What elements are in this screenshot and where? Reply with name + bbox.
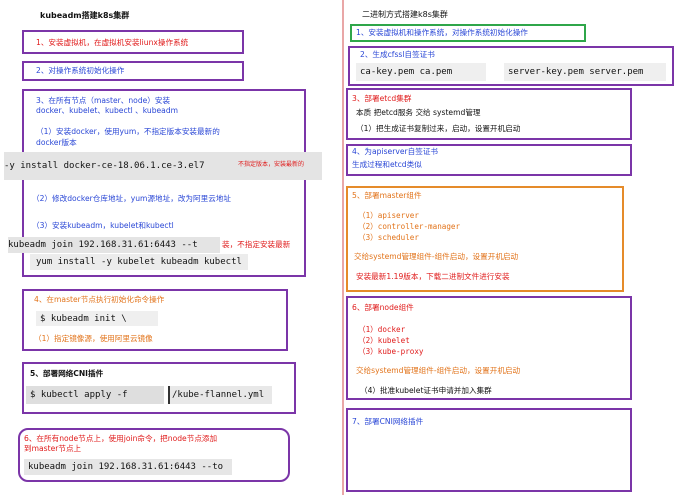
left-step4-code: $ kubeadm init \ [36, 311, 158, 326]
left-step6-code: kubeadm join 192.168.31.61:6443 --to [24, 459, 232, 475]
left-step5-code-b: /kube-flannel.yml [168, 386, 272, 404]
left-step3-sub3: （3）安装kubeadm，kubelet和kubectl [32, 221, 174, 230]
right-step4-line: 生成过程和etcd类似 [352, 160, 422, 169]
left-step4-note: （1）指定镜像源，使用阿里云镜像 [34, 334, 153, 343]
left-step3-sub1a: （1）安装docker，使用yum，不指定版本安装最新的 [36, 127, 220, 136]
kubeadm-join-command: kubeadm join 192.168.31.61:6443 --t [8, 240, 198, 250]
right-step5-line1: 交给systemd管理组件-组件启动，设置开机启动 [354, 252, 519, 261]
right-step6-line1: 交给systemd管理组件-组件启动，设置开机启动 [356, 366, 521, 375]
left-step3-code2-note: 装，不指定安装最新 [222, 240, 291, 249]
right-step5-heading: 5、部署master组件 [352, 191, 422, 200]
node-join-command: kubeadm join 192.168.31.61:6443 --to [28, 462, 224, 472]
left-step6-heading2: 到master节点上 [24, 444, 82, 453]
server-cert-files: server-key.pem server.pem [508, 67, 644, 77]
right-step2-cert-a: ca-key.pem ca.pem [356, 63, 486, 81]
right-step7-text: 7、部署CNI网络插件 [352, 417, 424, 426]
flannel-yml-path: /kube-flannel.yml [172, 390, 265, 400]
kubectl-apply-command: $ kubectl apply -f [30, 390, 128, 400]
right-step4-heading: 4、为apiserver自签证书 [352, 147, 439, 156]
right-step1-text: 1、安装虚拟机和操作系统，对操作系统初始化操作 [356, 28, 528, 37]
right-step6-item-2: （2）kubelet [358, 336, 410, 345]
right-step6-item-1: （1）docker [358, 325, 406, 334]
right-step3-line2: （1）把生成证书复制过来，启动，设置开机启动 [356, 124, 521, 133]
right-step2-cert-b: server-key.pem server.pem [504, 63, 666, 81]
left-step6-heading1: 6、在所有node节点上，使用join命令，把node节点添加 [24, 434, 218, 443]
left-step3-heading2: docker、kubelet、kubectl 、kubeadm [36, 106, 179, 115]
right-step2-heading: 2、生成cfssl自签证书 [360, 50, 435, 59]
right-step6-item-3: （3）kube-proxy [358, 347, 424, 356]
left-step3-code1-note: 不指定版本，安装最新的 [238, 161, 305, 168]
right-step5-line2: 安装最新1.19版本，下载二进制文件进行安装 [356, 272, 510, 281]
right-step5-item-1: （1）apiserver [358, 211, 419, 220]
right-step5-item-3: （3）scheduler [358, 233, 419, 242]
left-step5-heading: 5、部署网络CNI插件 [30, 369, 104, 378]
docker-install-command: -y install docker-ce-18.06.1.ce-3.el7 [4, 161, 205, 171]
right-title: 二进制方式搭建k8s集群 [362, 10, 448, 19]
left-step3-sub1b: docker版本 [36, 138, 77, 147]
kubeadm-init-command: $ kubeadm init \ [40, 314, 127, 324]
left-step2-text: 2、对操作系统初始化操作 [36, 66, 125, 75]
right-step3-heading: 3、部署etcd集群 [352, 94, 412, 103]
column-divider [342, 0, 344, 495]
left-step3-code2: kubeadm join 192.168.31.61:6443 --t [8, 237, 220, 253]
left-step4-heading: 4、在master节点执行初始化命令操作 [34, 295, 165, 304]
left-title: kubeadm搭建k8s集群 [40, 11, 130, 20]
yum-install-command: yum install -y kubelet kubeadm kubectl [36, 257, 242, 267]
right-step6-line2: （4）批准kubelet证书申请并加入集群 [360, 386, 492, 395]
right-step6-heading: 6、部署node组件 [352, 303, 414, 312]
right-step5-item-2: （2）controller-manager [358, 222, 461, 231]
left-step3-sub2: （2）修改docker仓库地址，yum源地址，改为阿里云地址 [32, 194, 231, 203]
right-step3-line1: 本质 把etcd服务 交给 systemd管理 [356, 108, 481, 117]
ca-cert-files: ca-key.pem ca.pem [360, 67, 453, 77]
left-step3-code3: yum install -y kubelet kubeadm kubectl [30, 254, 248, 270]
left-step1-text: 1、安装虚拟机，在虚拟机安装liunx操作系统 [36, 38, 189, 47]
left-step3-heading1: 3、在所有节点（master、node）安装 [36, 96, 171, 105]
left-step5-code-a: $ kubectl apply -f [26, 386, 164, 404]
